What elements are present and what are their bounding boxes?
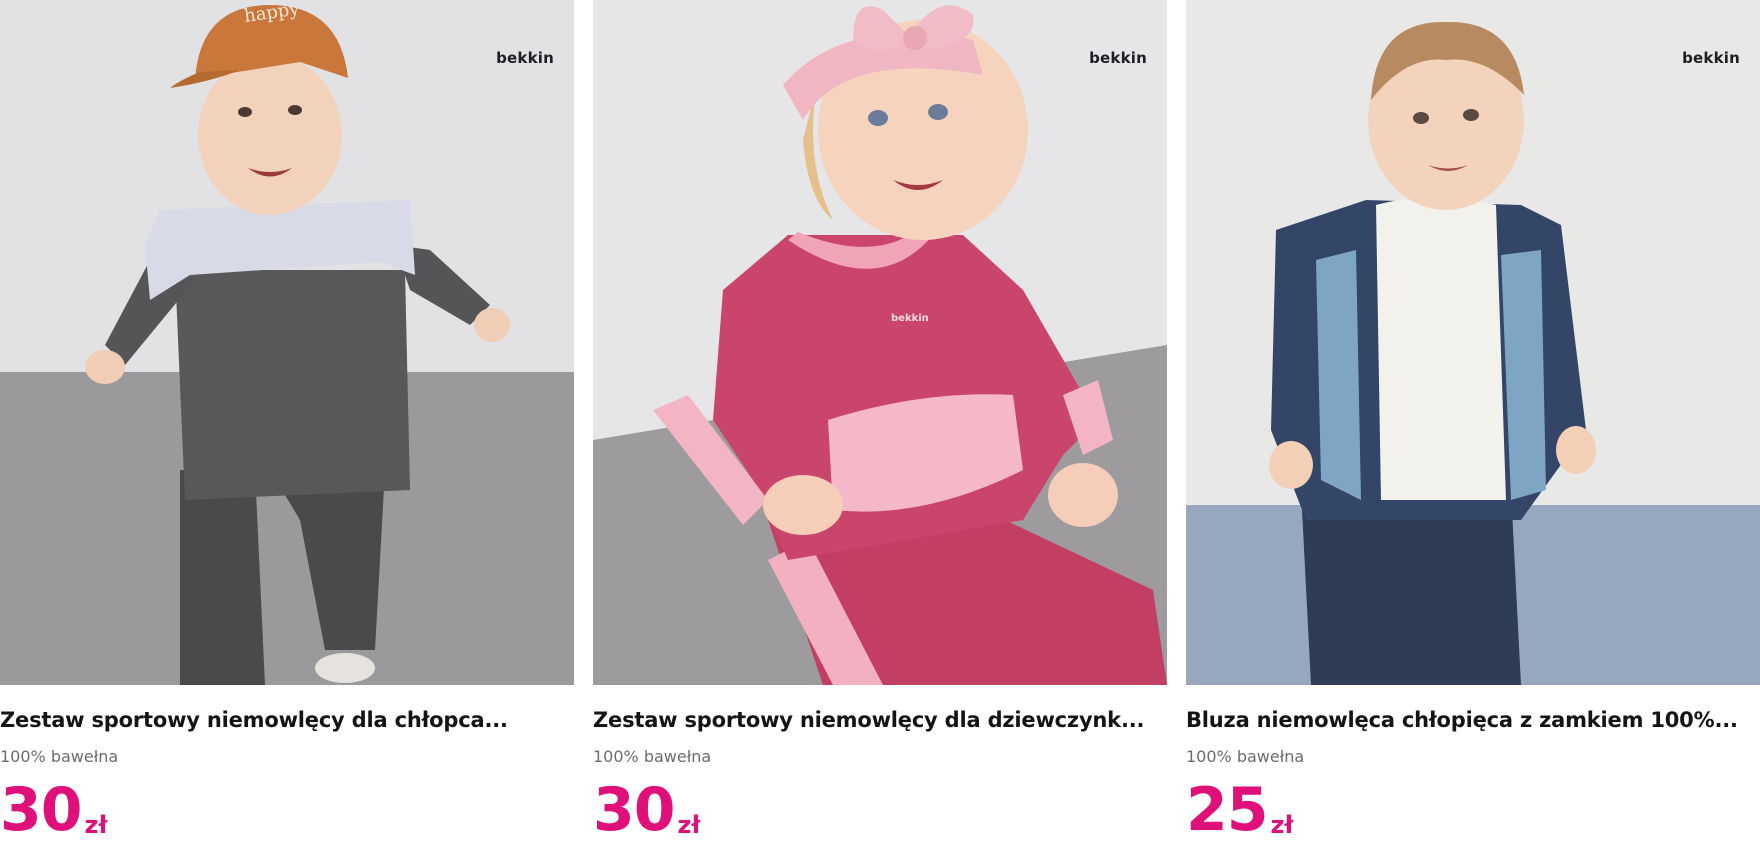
product-material: 100% bawełna bbox=[593, 747, 712, 766]
product-price: 25 zł bbox=[1186, 776, 1293, 844]
product-material: 100% bawełna bbox=[1186, 747, 1305, 766]
product-card[interactable]: happy bekkin Zestaw sportowy niemowlęcy … bbox=[0, 0, 574, 844]
brand-logo: bekkin bbox=[496, 49, 554, 67]
chest-logo: bekkin bbox=[891, 313, 929, 324]
product-image[interactable]: bekkin bekkin bbox=[593, 0, 1167, 685]
product-grid: happy bekkin Zestaw sportowy niemowlęcy … bbox=[0, 0, 1760, 844]
product-image[interactable]: happy bekkin bbox=[0, 0, 574, 685]
price-amount: 25 bbox=[1186, 775, 1268, 844]
brand-logo: bekkin bbox=[1089, 49, 1147, 67]
price-currency: zł bbox=[677, 811, 701, 839]
product-title[interactable]: Zestaw sportowy niemowlęcy dla dziewczyn… bbox=[593, 708, 1167, 732]
price-currency: zł bbox=[1270, 811, 1294, 839]
product-title[interactable]: Zestaw sportowy niemowlęcy dla chłopca..… bbox=[0, 708, 574, 732]
product-price: 30 zł bbox=[593, 776, 700, 844]
product-price: 30 zł bbox=[0, 776, 107, 844]
product-card[interactable]: bekkin bekkin Zestaw sportowy niemowlęcy… bbox=[593, 0, 1167, 844]
baby-girl-pink-tracksuit-photo bbox=[593, 0, 1167, 685]
product-material: 100% bawełna bbox=[0, 747, 119, 766]
baby-boy-grey-tracksuit-photo: happy bbox=[0, 0, 574, 685]
price-amount: 30 bbox=[0, 775, 82, 844]
baby-boy-zip-hoodie-photo bbox=[1186, 0, 1760, 685]
price-amount: 30 bbox=[593, 775, 675, 844]
product-image[interactable]: bekkin bbox=[1186, 0, 1760, 685]
price-currency: zł bbox=[84, 811, 108, 839]
product-title[interactable]: Bluza niemowlęca chłopięca z zamkiem 100… bbox=[1186, 708, 1760, 732]
brand-logo: bekkin bbox=[1682, 49, 1740, 67]
product-card[interactable]: bekkin Bluza niemowlęca chłopięca z zamk… bbox=[1186, 0, 1760, 844]
